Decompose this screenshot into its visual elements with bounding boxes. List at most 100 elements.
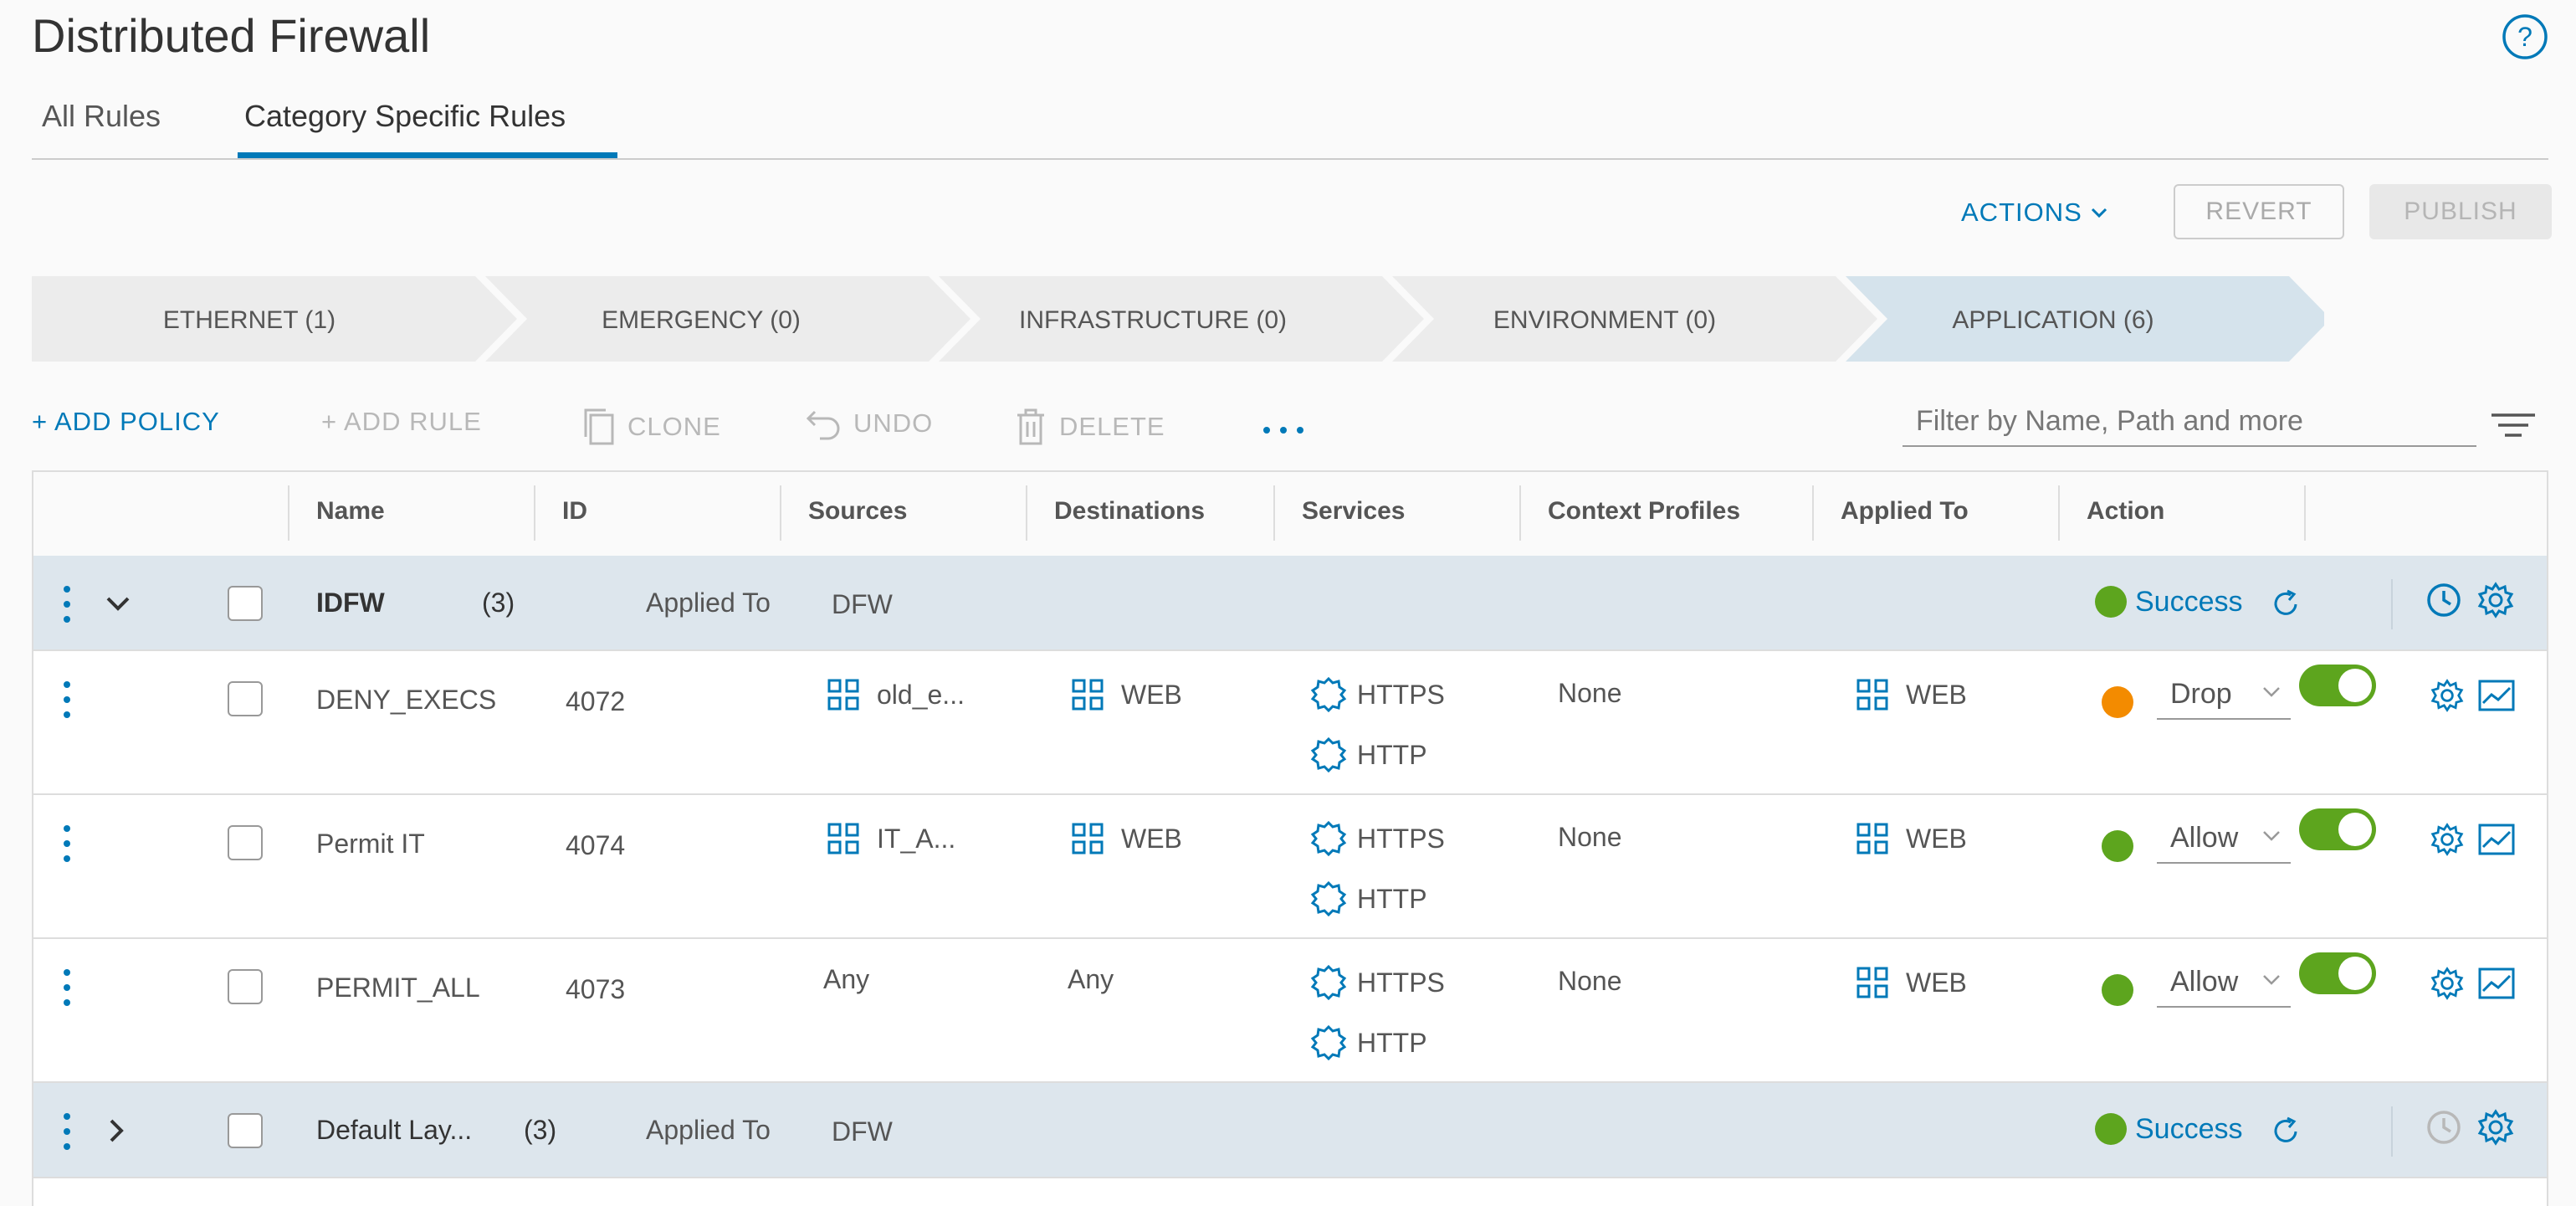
rule-action-select[interactable]: Drop (2157, 671, 2291, 720)
stats-chart-icon[interactable] (2478, 824, 2515, 855)
clone-button[interactable]: CLONE (582, 407, 721, 447)
publish-button[interactable]: PUBLISH (2369, 184, 2552, 239)
rule-row[interactable]: Permit IT 4074 IT_A... WEB HTTPS HTTP No… (33, 795, 2547, 939)
filter-icon[interactable] (2490, 410, 2537, 444)
kebab-menu-icon[interactable] (62, 967, 72, 1008)
rule-name[interactable]: PERMIT_ALL (316, 972, 480, 1003)
chevron-right-icon[interactable] (109, 1118, 125, 1143)
rule-source[interactable]: Any (823, 964, 869, 995)
column-header-id[interactable]: ID (562, 497, 587, 526)
gear-icon[interactable] (2430, 966, 2465, 1001)
stats-chart-icon[interactable] (2478, 680, 2515, 711)
history-clock-icon[interactable] (2425, 581, 2463, 619)
tab-category-specific-rules[interactable]: Category Specific Rules (244, 99, 566, 134)
rule-service[interactable]: HTTPS (1357, 680, 1445, 711)
rule-service[interactable]: HTTPS (1357, 967, 1445, 998)
policy-name: IDFW (316, 588, 385, 618)
rule-destination[interactable]: WEB (1121, 824, 1182, 854)
delete-button[interactable]: DELETE (1014, 407, 1165, 447)
rule-status-dot (2102, 974, 2133, 1006)
rule-row[interactable]: PERMIT_ALL 4073 Any Any HTTPS HTTP None … (33, 939, 2547, 1083)
svg-text:?: ? (2517, 22, 2532, 52)
chevron-down-icon[interactable] (105, 596, 131, 613)
column-separator (534, 485, 535, 541)
gear-icon[interactable] (2476, 1108, 2515, 1147)
rule-source[interactable]: old_e... (877, 680, 965, 711)
policy-row[interactable]: IDFW (3) Applied To DFW Success (33, 556, 2547, 651)
gear-icon[interactable] (2430, 822, 2465, 857)
rule-action-value: Allow (2170, 966, 2239, 998)
clone-icon (584, 408, 614, 445)
rule-name[interactable]: DENY_EXECS (316, 685, 496, 716)
refresh-icon[interactable] (2269, 1115, 2302, 1148)
rule-action-select[interactable]: Allow (2157, 959, 2291, 1008)
category-label-infrastructure[interactable]: INFRASTRUCTURE (0) (1019, 306, 1287, 334)
rule-checkbox[interactable] (228, 681, 263, 716)
rule-service[interactable]: HTTPS (1357, 824, 1445, 854)
group-icon (1072, 823, 1104, 854)
policy-checkbox[interactable] (228, 586, 263, 621)
service-icon (1310, 676, 1347, 713)
actions-dropdown[interactable]: ACTIONS (1961, 198, 2107, 228)
kebab-menu-icon[interactable] (62, 680, 72, 720)
add-policy-button[interactable]: + ADD POLICY (32, 407, 220, 437)
gear-icon[interactable] (2430, 678, 2465, 713)
category-label-environment[interactable]: ENVIRONMENT (0) (1493, 306, 1716, 334)
rule-destination[interactable]: Any (1068, 964, 1114, 995)
rule-service[interactable]: HTTP (1357, 740, 1427, 771)
gear-icon[interactable] (2476, 581, 2515, 619)
rule-source[interactable]: IT_A... (877, 824, 955, 854)
rule-applied-to[interactable]: WEB (1906, 824, 1967, 854)
add-rule-button[interactable]: + ADD RULE (321, 407, 482, 437)
column-separator (1519, 485, 1521, 541)
rule-row[interactable]: DENY_EXECS 4072 old_e... WEB HTTPS HTTP … (33, 651, 2547, 795)
category-label-ethernet[interactable]: ETHERNET (1) (163, 306, 335, 334)
rule-context-profile: None (1558, 966, 1622, 996)
group-icon (827, 823, 859, 854)
policy-checkbox[interactable] (228, 1113, 263, 1148)
category-label-application[interactable]: APPLICATION (6) (1952, 306, 2153, 334)
rule-checkbox[interactable] (228, 969, 263, 1004)
refresh-icon[interactable] (2269, 588, 2302, 621)
column-header-action[interactable]: Action (2087, 497, 2164, 526)
rule-name[interactable]: Permit IT (316, 829, 425, 860)
rule-status-dot (2102, 686, 2133, 718)
column-header-name[interactable]: Name (316, 497, 385, 526)
rule-status-dot (2102, 830, 2133, 862)
tab-all-rules[interactable]: All Rules (42, 99, 161, 134)
column-separator (288, 485, 289, 541)
kebab-menu-icon[interactable] (62, 1111, 72, 1152)
rule-applied-to[interactable]: WEB (1906, 967, 1967, 998)
stats-chart-icon[interactable] (2478, 967, 2515, 999)
policy-applied-value: DFW (832, 589, 893, 619)
undo-button[interactable]: UNDO (805, 407, 933, 440)
policy-applied-value: DFW (832, 1116, 893, 1147)
rule-enabled-toggle[interactable] (2299, 952, 2376, 994)
rule-action-value: Allow (2170, 822, 2239, 854)
chevron-down-icon (2263, 975, 2280, 985)
policy-status[interactable]: Success (2135, 586, 2243, 618)
rule-enabled-toggle[interactable] (2299, 665, 2376, 706)
help-icon[interactable]: ? (2502, 13, 2548, 60)
rule-applied-to[interactable]: WEB (1906, 680, 1967, 711)
more-options-icon[interactable] (1260, 412, 1307, 445)
category-label-emergency[interactable]: EMERGENCY (0) (602, 306, 801, 334)
kebab-menu-icon[interactable] (62, 824, 72, 864)
rule-action-select[interactable]: Allow (2157, 815, 2291, 864)
filter-input[interactable]: Filter by Name, Path and more (1903, 397, 2476, 447)
column-header-applied-to[interactable]: Applied To (1841, 497, 1969, 526)
kebab-menu-icon[interactable] (62, 584, 72, 624)
rule-destination[interactable]: WEB (1121, 680, 1182, 711)
column-header-destinations[interactable]: Destinations (1054, 497, 1205, 526)
rule-service[interactable]: HTTP (1357, 884, 1427, 915)
column-header-services[interactable]: Services (1302, 497, 1405, 526)
policy-status[interactable]: Success (2135, 1113, 2243, 1146)
policy-applied-label: Applied To (646, 588, 771, 618)
column-header-context-profiles[interactable]: Context Profiles (1548, 497, 1740, 526)
rule-enabled-toggle[interactable] (2299, 808, 2376, 850)
revert-button[interactable]: REVERT (2174, 184, 2344, 239)
rule-checkbox[interactable] (228, 825, 263, 860)
policy-row[interactable]: Default Lay... (3) Applied To DFW Succes… (33, 1083, 2547, 1178)
rule-service[interactable]: HTTP (1357, 1028, 1427, 1059)
column-header-sources[interactable]: Sources (808, 497, 907, 526)
